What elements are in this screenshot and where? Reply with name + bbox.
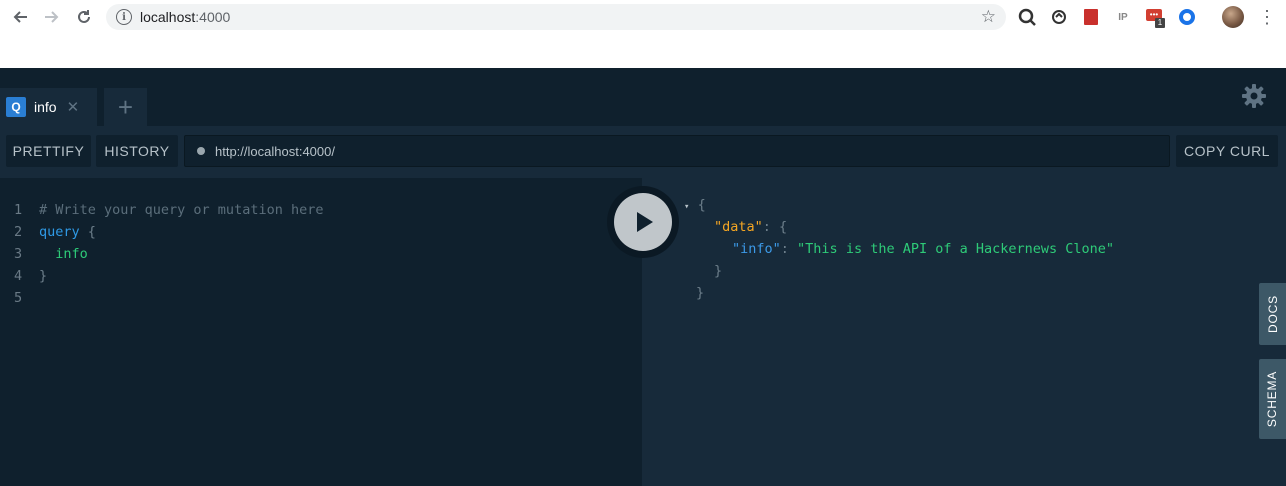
result-viewer: ▾ { "data": { "info": "This is the API o… [642, 178, 1286, 486]
close-tab-icon[interactable]: ✕ [67, 98, 80, 116]
tab-label: info [34, 99, 57, 115]
gear-icon[interactable] [1240, 82, 1268, 110]
line-number: 1 [14, 202, 23, 218]
line-number: 5 [14, 290, 23, 306]
reload-icon[interactable] [74, 7, 94, 27]
address-text: localhost:4000 [140, 9, 231, 25]
result-line-data: "data": { [714, 219, 788, 235]
code-line-query: query { [39, 224, 96, 240]
ip-extension-icon[interactable]: IP [1114, 8, 1132, 26]
line-number: 4 [14, 268, 23, 284]
browser-toolbar: i localhost:4000 ☆ IP ••• 1 ⋮ [0, 0, 1286, 34]
book-extension-icon[interactable] [1082, 8, 1100, 26]
mail-extension-icon[interactable]: ••• 1 [1146, 8, 1165, 28]
tab-info[interactable]: Q info ✕ [0, 88, 97, 126]
sync-extension-icon[interactable] [1050, 8, 1068, 26]
prettify-button[interactable]: PRETTIFY [6, 135, 91, 167]
schema-tab[interactable]: SCHEMA [1259, 359, 1286, 439]
execute-query-button[interactable] [607, 186, 679, 258]
docs-tab[interactable]: DOCS [1259, 283, 1286, 345]
code-brace: { [79, 224, 96, 240]
address-bar[interactable]: i localhost:4000 ☆ [106, 4, 1006, 30]
line-number: 3 [14, 246, 23, 262]
query-editor[interactable]: 1 2 3 4 5 # Write your query or mutation… [0, 178, 642, 486]
more-menu-icon[interactable]: ⋮ [1258, 7, 1276, 28]
history-button[interactable]: HISTORY [96, 135, 178, 167]
add-tab-button[interactable]: + [104, 88, 147, 126]
forward-arrow-icon[interactable] [42, 7, 62, 27]
code-field: info [39, 246, 88, 262]
play-icon [614, 193, 672, 251]
tab-bar: Q info ✕ + [0, 68, 1286, 126]
result-line-outer-close: } [696, 285, 705, 301]
collapse-arrow-icon[interactable]: ▾ [684, 202, 689, 212]
status-dot-icon [197, 147, 205, 155]
search-extension-icon[interactable] [1018, 8, 1036, 26]
back-arrow-icon[interactable] [10, 7, 30, 27]
graphql-playground: Q info ✕ + PRETTIFY HISTORY http://local… [0, 68, 1286, 486]
copy-curl-button[interactable]: COPY CURL [1176, 135, 1278, 167]
site-info-icon[interactable]: i [116, 9, 132, 25]
code-keyword: query [39, 224, 80, 240]
result-line-info: "info": "This is the API of a Hackernews… [732, 241, 1115, 257]
result-line-open: ▾ { [684, 197, 706, 213]
avatar[interactable] [1222, 6, 1244, 28]
endpoint-url-text: http://localhost:4000/ [215, 143, 335, 159]
query-tab-icon: Q [6, 97, 26, 117]
bookmark-star-icon[interactable]: ☆ [981, 7, 996, 27]
endpoint-url-input[interactable]: http://localhost:4000/ [184, 135, 1170, 167]
code-brace: } [39, 268, 48, 284]
ring-extension-icon[interactable] [1178, 8, 1196, 26]
line-number: 2 [14, 224, 23, 240]
result-line-inner-close: } [714, 263, 723, 279]
code-comment: # Write your query or mutation here [39, 202, 324, 218]
